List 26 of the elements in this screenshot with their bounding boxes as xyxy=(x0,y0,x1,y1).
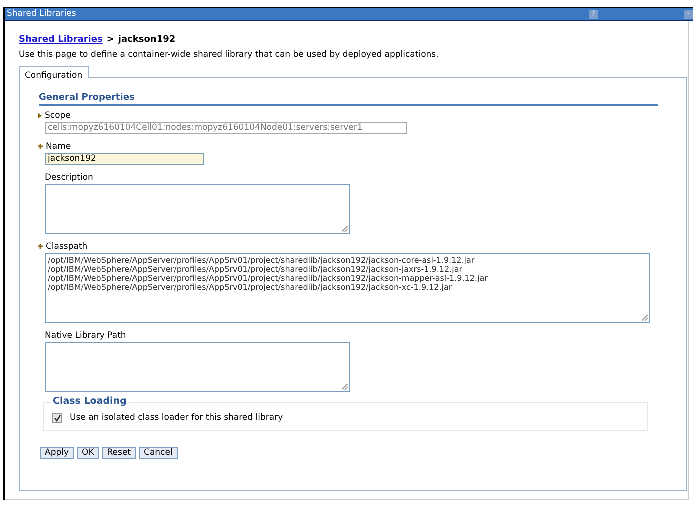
breadcrumb-link[interactable]: Shared Libraries xyxy=(19,35,103,45)
field-label: Classpath xyxy=(46,242,88,252)
form-button[interactable]: OK xyxy=(77,447,100,459)
resize-grip-icon[interactable] xyxy=(642,315,648,321)
resize-grip-icon[interactable] xyxy=(342,226,348,232)
breadcrumb-separator: > xyxy=(106,35,114,45)
field-label: Native Library Path xyxy=(45,330,126,340)
form-button[interactable]: Reset xyxy=(102,447,136,459)
name-field[interactable]: jackson192 xyxy=(45,153,204,165)
field-label: Description xyxy=(45,172,94,182)
tab[interactable]: Configuration xyxy=(19,66,89,78)
group-title: Class Loading xyxy=(51,396,129,407)
form-button[interactable]: Cancel xyxy=(139,447,178,459)
resize-grip-icon[interactable] xyxy=(342,384,348,390)
field-label: Scope xyxy=(45,110,71,120)
breadcrumb-current: jackson192 xyxy=(118,35,176,45)
text-area[interactable] xyxy=(45,184,350,234)
section-title: General Properties xyxy=(39,93,658,106)
form-button[interactable]: Apply xyxy=(40,447,74,459)
window-title: Shared Libraries xyxy=(7,9,78,19)
checkbox-label: Use an isolated class loader for this shared library xyxy=(70,413,284,423)
checkbox[interactable] xyxy=(52,413,62,423)
page-description: Use this page to define a container-wide shared library that can be used by deployed applications. xyxy=(19,50,440,60)
field-label: Name xyxy=(46,142,72,152)
text-area[interactable]: /opt/IBM/WebSphere/AppServer/profiles/AppSrv01/project/sharedlib/jackson192/jackson-core-asl-1.9.12.jar /opt/IBM/WebSphere/AppServer/profiles/AppSrv01/project/sharedlib/jackson192/jackson-jaxrs-1.9.12.jar /opt/IBM/WebSphere/AppServer/profiles/AppSrv01/project/sharedlib/jackson192/jackson-mapper-asl-1.9.12.jar /opt/IBM/WebSphere/AppServer/profiles/AppSrv01/project/sharedlib/jackson192/jackson-xc-1.9.12.jar xyxy=(45,253,650,323)
text-area[interactable] xyxy=(45,342,350,392)
